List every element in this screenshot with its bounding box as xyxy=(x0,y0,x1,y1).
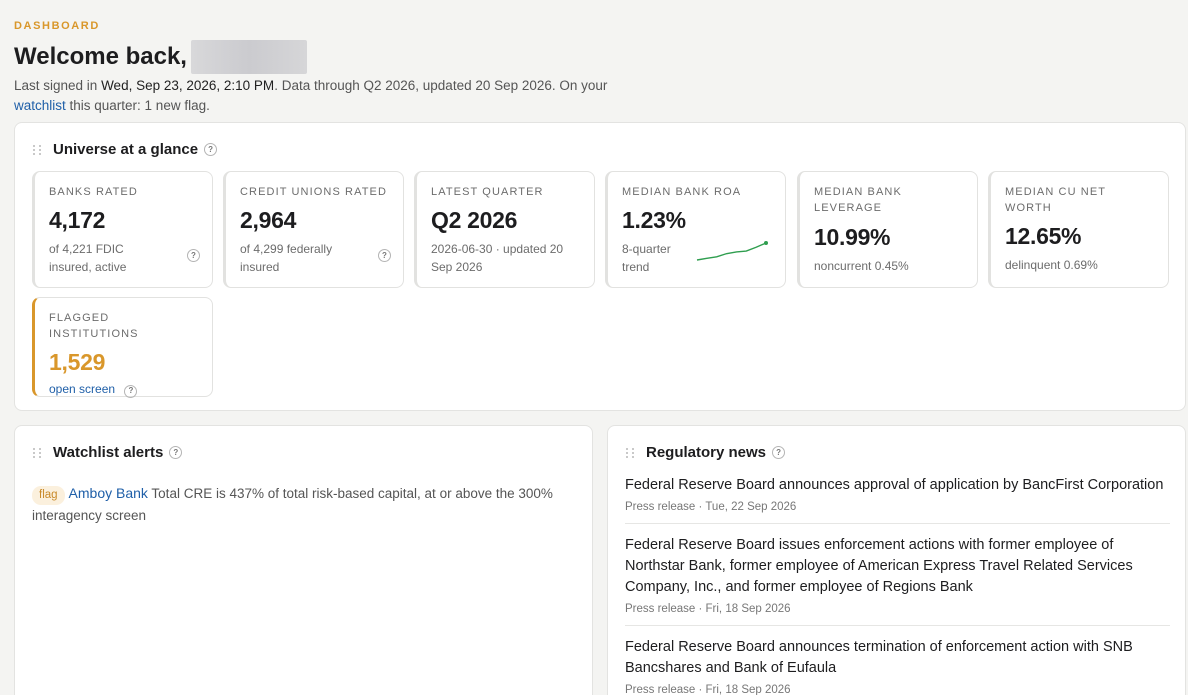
stat-note: noncurrent 0.45% xyxy=(814,259,909,273)
watchlist-card: Watchlist alerts ? flag Amboy Bank Total … xyxy=(14,425,593,695)
stat-value: 10.99% xyxy=(814,224,891,250)
help-icon[interactable]: ? xyxy=(204,143,218,156)
universe-card-header: Universe at a glance ? xyxy=(33,141,218,158)
stat-value: 1,529 xyxy=(49,349,106,375)
stat-latest-quarter: LATEST QUARTER Q2 2026 2026-06-30 · upda… xyxy=(414,171,595,288)
page-title: Welcome back, xyxy=(14,40,614,74)
universe-card: Universe at a glance ? BANKS RATED 4,172… xyxy=(14,122,1186,411)
dashboard-page: DASHBOARD Welcome back, Last signed in W… xyxy=(0,0,1188,695)
help-icon[interactable]: ? xyxy=(378,249,391,262)
news-headline[interactable]: Federal Reserve Board announces approval… xyxy=(625,475,1170,496)
stat-label: MEDIAN BANK LEVERAGE xyxy=(814,186,902,214)
stat-note: 8-quarter trend xyxy=(622,242,671,274)
news-meta: Press release · Tue, 22 Sep 2026 xyxy=(625,501,797,513)
news-headline[interactable]: Federal Reserve Board announces terminat… xyxy=(625,637,1170,679)
sparkline-series xyxy=(696,242,767,261)
institution-link[interactable]: Amboy Bank xyxy=(69,485,148,501)
stat-label: FLAGGED INSTITUTIONS xyxy=(49,312,139,340)
stat-note: of 4,299 federally insured xyxy=(240,242,333,274)
stat-label: BANKS RATED xyxy=(49,186,138,198)
stat-flagged-institutions[interactable]: FLAGGED INSTITUTIONS 1,529 open screen ? xyxy=(32,297,213,398)
news-headline[interactable]: Federal Reserve Board issues enforcement… xyxy=(625,535,1170,598)
stat-value: 1.23% xyxy=(622,207,686,233)
regulatory-news-card: Regulatory news ? Federal Reserve Board … xyxy=(607,425,1186,695)
subtitle-middle: . Data through Q2 2026, updated 20 Sep 2… xyxy=(274,78,608,93)
open-screen-row: open screen ? xyxy=(49,380,198,398)
page-header: DASHBOARD Welcome back, Last signed in W… xyxy=(14,20,614,116)
news-list: Federal Reserve Board announces approval… xyxy=(625,475,1170,695)
stat-banks-rated: BANKS RATED 4,172 of 4,221 FDIC insured,… xyxy=(32,171,213,288)
stat-label: MEDIAN BANK ROA xyxy=(622,186,742,198)
news-card-header: Regulatory news ? xyxy=(626,444,786,461)
drag-handle-icon[interactable] xyxy=(33,143,43,157)
help-icon[interactable]: ? xyxy=(124,384,138,398)
stat-label: LATEST QUARTER xyxy=(431,186,544,198)
subtitle-prefix: Last signed in xyxy=(14,78,102,93)
stat-note: delinquent 0.69% xyxy=(1005,258,1098,272)
news-title: Regulatory news xyxy=(646,444,767,461)
stat-note: 2026-06-30 · updated 20 Sep 2026 xyxy=(431,242,564,274)
drag-handle-icon[interactable] xyxy=(33,446,43,460)
watchlist-link[interactable]: watchlist xyxy=(14,98,66,113)
stat-label: MEDIAN CU NET WORTH xyxy=(1005,186,1106,214)
news-item[interactable]: Federal Reserve Board issues enforcement… xyxy=(625,535,1170,626)
roa-sparkline xyxy=(696,241,768,261)
news-meta: Press release · Fri, 18 Sep 2026 xyxy=(625,684,791,695)
help-icon[interactable]: ? xyxy=(772,446,786,459)
stat-median-cu-net-worth: MEDIAN CU NET WORTH 12.65% delinquent 0.… xyxy=(988,171,1169,288)
redacted-username xyxy=(190,40,307,74)
stat-median-bank-roa: MEDIAN BANK ROA 1.23% 8-quarter trend xyxy=(605,171,786,288)
stat-median-bank-leverage: MEDIAN BANK LEVERAGE 10.99% noncurrent 0… xyxy=(797,171,978,288)
page-subtitle: Last signed in Wed, Sep 23, 2026, 2:10 P… xyxy=(14,76,614,116)
stat-value: Q2 2026 xyxy=(431,207,518,233)
stat-value: 2,964 xyxy=(240,207,297,233)
news-item[interactable]: Federal Reserve Board announces terminat… xyxy=(625,637,1170,695)
universe-title: Universe at a glance xyxy=(53,141,199,158)
open-screen-link[interactable]: open screen xyxy=(49,382,115,396)
watchlist-card-header: Watchlist alerts ? xyxy=(33,444,183,461)
stat-note: of 4,221 FDIC insured, active xyxy=(49,242,127,274)
stat-credit-unions-rated: CREDIT UNIONS RATED 2,964 of 4,299 feder… xyxy=(223,171,404,288)
stat-value: 4,172 xyxy=(49,207,106,233)
watchlist-title: Watchlist alerts xyxy=(53,444,164,461)
last-signed-in: Wed, Sep 23, 2026, 2:10 PM xyxy=(101,78,275,93)
subtitle-suffix: this quarter: 1 new flag. xyxy=(65,98,210,113)
news-meta: Press release · Fri, 18 Sep 2026 xyxy=(625,603,791,615)
help-icon[interactable]: ? xyxy=(187,249,200,262)
welcome-text: Welcome back, xyxy=(14,43,187,70)
sparkline-endpoint xyxy=(764,241,768,245)
page-eyebrow: DASHBOARD xyxy=(14,20,100,32)
watchlist-alert: flag Amboy Bank Total CRE is 437% of tota… xyxy=(32,483,572,526)
stat-value: 12.65% xyxy=(1005,223,1082,249)
flag-badge: flag xyxy=(32,486,65,505)
drag-handle-icon[interactable] xyxy=(626,446,636,460)
news-item[interactable]: Federal Reserve Board announces approval… xyxy=(625,475,1170,524)
stat-label: CREDIT UNIONS RATED xyxy=(240,186,388,198)
help-icon[interactable]: ? xyxy=(169,446,183,459)
